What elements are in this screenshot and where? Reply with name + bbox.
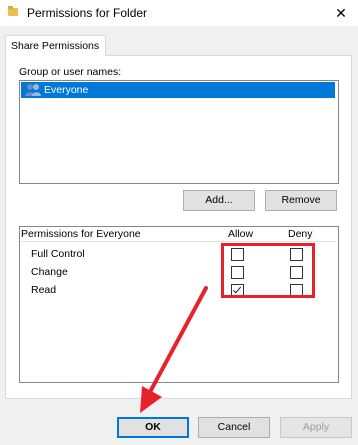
permission-read: Read xyxy=(31,284,57,296)
close-icon: ✕ xyxy=(335,5,347,21)
add-button[interactable]: Add... xyxy=(183,190,255,211)
users-icon xyxy=(25,84,41,96)
list-item-everyone[interactable]: Everyone xyxy=(21,82,335,98)
tab-label: Share Permissions xyxy=(11,40,100,52)
deny-column-header: Deny xyxy=(288,228,313,240)
permissions-dialog: Permissions for Folder ✕ Share Permissio… xyxy=(0,0,358,445)
title-bar: Permissions for Folder ✕ xyxy=(0,0,358,26)
permission-full-control: Full Control xyxy=(31,248,85,260)
permissions-header: Permissions for Everyone xyxy=(21,228,141,240)
user-name: Everyone xyxy=(44,84,89,96)
header-divider xyxy=(20,241,336,242)
tab-share-permissions[interactable]: Share Permissions xyxy=(5,35,106,56)
window-title: Permissions for Folder xyxy=(27,6,148,20)
allow-column-header: Allow xyxy=(228,228,254,240)
permission-change: Change xyxy=(31,266,68,278)
remove-button[interactable]: Remove xyxy=(265,190,337,211)
close-button[interactable]: ✕ xyxy=(324,0,358,26)
folder-icon xyxy=(8,6,18,16)
apply-button: Apply xyxy=(280,417,352,438)
group-list-label: Group or user names: xyxy=(19,66,122,78)
user-list[interactable]: Everyone xyxy=(19,80,339,184)
cancel-button[interactable]: Cancel xyxy=(198,417,270,438)
ok-button[interactable]: OK xyxy=(117,417,189,438)
highlight-annotation xyxy=(221,243,315,298)
